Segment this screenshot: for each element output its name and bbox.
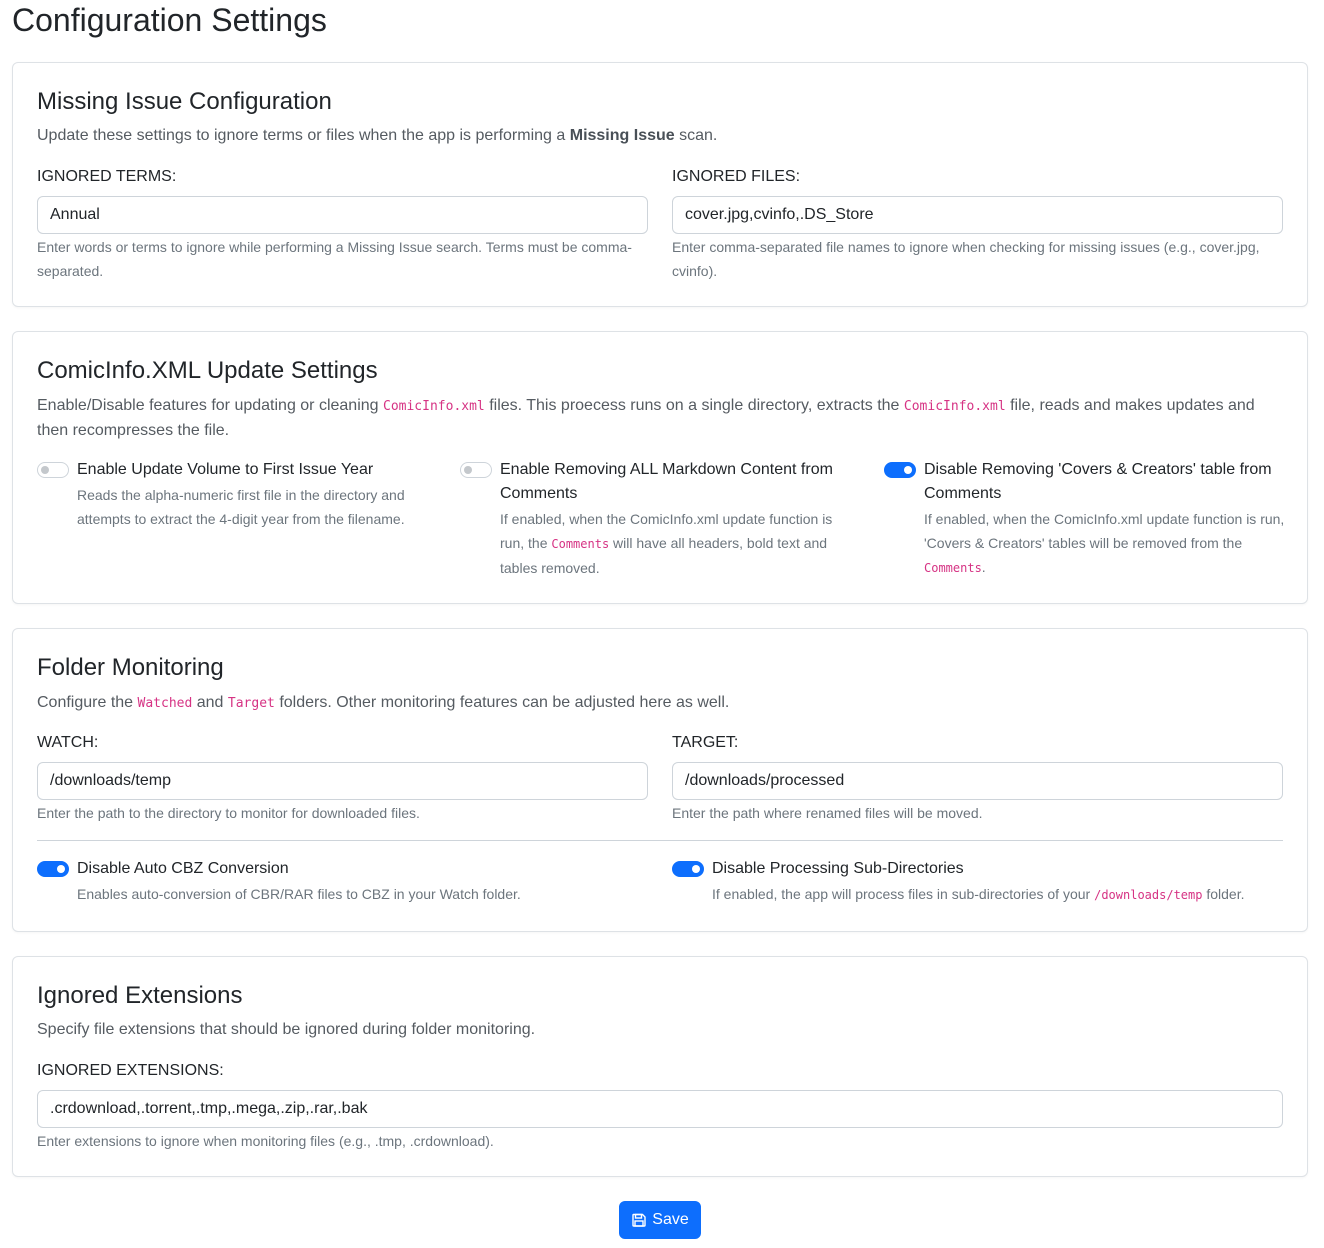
ignored-files-label: IGNORED FILES:: [672, 168, 801, 185]
comicinfo-title: ComicInfo.XML Update Settings: [37, 357, 378, 384]
comicinfo-description: Enable/Disable features for updating or …: [37, 397, 1255, 439]
covers-creators-toggle[interactable]: [884, 462, 916, 478]
target-code: Target: [227, 696, 275, 711]
watch-path-code: /downloads/temp: [1094, 888, 1203, 902]
ignored-extensions-help: Enter extensions to ignore when monitori…: [37, 1133, 494, 1149]
toggle-knob: [904, 466, 912, 474]
ignored-terms-help: Enter words or terms to ignore while per…: [37, 239, 632, 279]
update-volume-help: Reads the alpha-numeric first file in th…: [77, 487, 405, 527]
page-title: Configuration Settings: [12, 2, 327, 38]
toggle-knob: [57, 865, 65, 873]
folder-monitoring-title: Folder Monitoring: [37, 654, 224, 681]
remove-markdown-label: Enable Removing ALL Markdown Content fro…: [500, 461, 833, 502]
ignored-extensions-input[interactable]: [37, 1090, 1283, 1128]
toggle-knob: [692, 865, 700, 873]
watch-input[interactable]: [37, 762, 648, 800]
auto-cbz-help: Enables auto-conversion of CBR/RAR files…: [77, 886, 521, 902]
comicinfo-code: ComicInfo.xml: [383, 399, 485, 414]
comments-code: Comments: [551, 537, 610, 551]
auto-cbz-toggle[interactable]: [37, 861, 69, 877]
ignored-extensions-description: Specify file extensions that should be i…: [37, 1021, 536, 1038]
subdirs-help: If enabled, the app will process files i…: [712, 886, 1245, 902]
update-volume-label: Enable Update Volume to First Issue Year: [77, 461, 374, 478]
ignored-files-help: Enter comma-separated file names to igno…: [672, 239, 1260, 279]
save-button[interactable]: Save: [619, 1201, 701, 1239]
comicinfo-code: ComicInfo.xml: [903, 399, 1006, 414]
ignored-extensions-title: Ignored Extensions: [37, 982, 243, 1009]
ignored-terms-label: IGNORED TERMS:: [37, 168, 177, 185]
missing-issue-title: Missing Issue Configuration: [37, 88, 332, 115]
subdirs-toggle[interactable]: [672, 861, 704, 877]
folder-monitoring-description: Configure the Watched and Target folders…: [37, 694, 730, 711]
ignored-extensions-card: Ignored Extensions Specify file extensio…: [12, 956, 1308, 1177]
toggle-knob: [464, 466, 472, 474]
covers-creators-label: Disable Removing 'Covers & Creators' tab…: [924, 461, 1272, 502]
remove-markdown-toggle[interactable]: [460, 462, 492, 478]
auto-cbz-label: Disable Auto CBZ Conversion: [77, 860, 289, 877]
ignored-extensions-label: IGNORED EXTENSIONS:: [37, 1062, 224, 1079]
watch-help: Enter the path to the directory to monit…: [37, 805, 420, 821]
section-divider: [37, 840, 1283, 841]
watched-code: Watched: [137, 696, 193, 711]
target-label: TARGET:: [672, 734, 739, 751]
watch-label: WATCH:: [37, 734, 99, 751]
ignored-files-input[interactable]: [672, 196, 1283, 234]
missing-issue-card: Missing Issue Configuration Update these…: [12, 62, 1308, 307]
folder-monitoring-card: Folder Monitoring Configure the Watched …: [12, 628, 1308, 932]
target-input[interactable]: [672, 762, 1283, 800]
floppy-disk-icon: [631, 1212, 647, 1228]
subdirs-label: Disable Processing Sub-Directories: [712, 860, 964, 877]
ignored-terms-input[interactable]: [37, 196, 648, 234]
comicinfo-card: ComicInfo.XML Update Settings Enable/Dis…: [12, 331, 1308, 604]
covers-creators-help: If enabled, when the ComicInfo.xml updat…: [924, 511, 1285, 575]
update-volume-toggle[interactable]: [37, 462, 69, 478]
remove-markdown-help: If enabled, when the ComicInfo.xml updat…: [500, 511, 833, 576]
missing-issue-description: Update these settings to ignore terms or…: [37, 127, 718, 144]
comments-code: Comments: [924, 561, 982, 575]
toggle-knob: [41, 466, 49, 474]
target-help: Enter the path where renamed files will …: [672, 805, 983, 821]
save-button-label: Save: [652, 1211, 689, 1228]
